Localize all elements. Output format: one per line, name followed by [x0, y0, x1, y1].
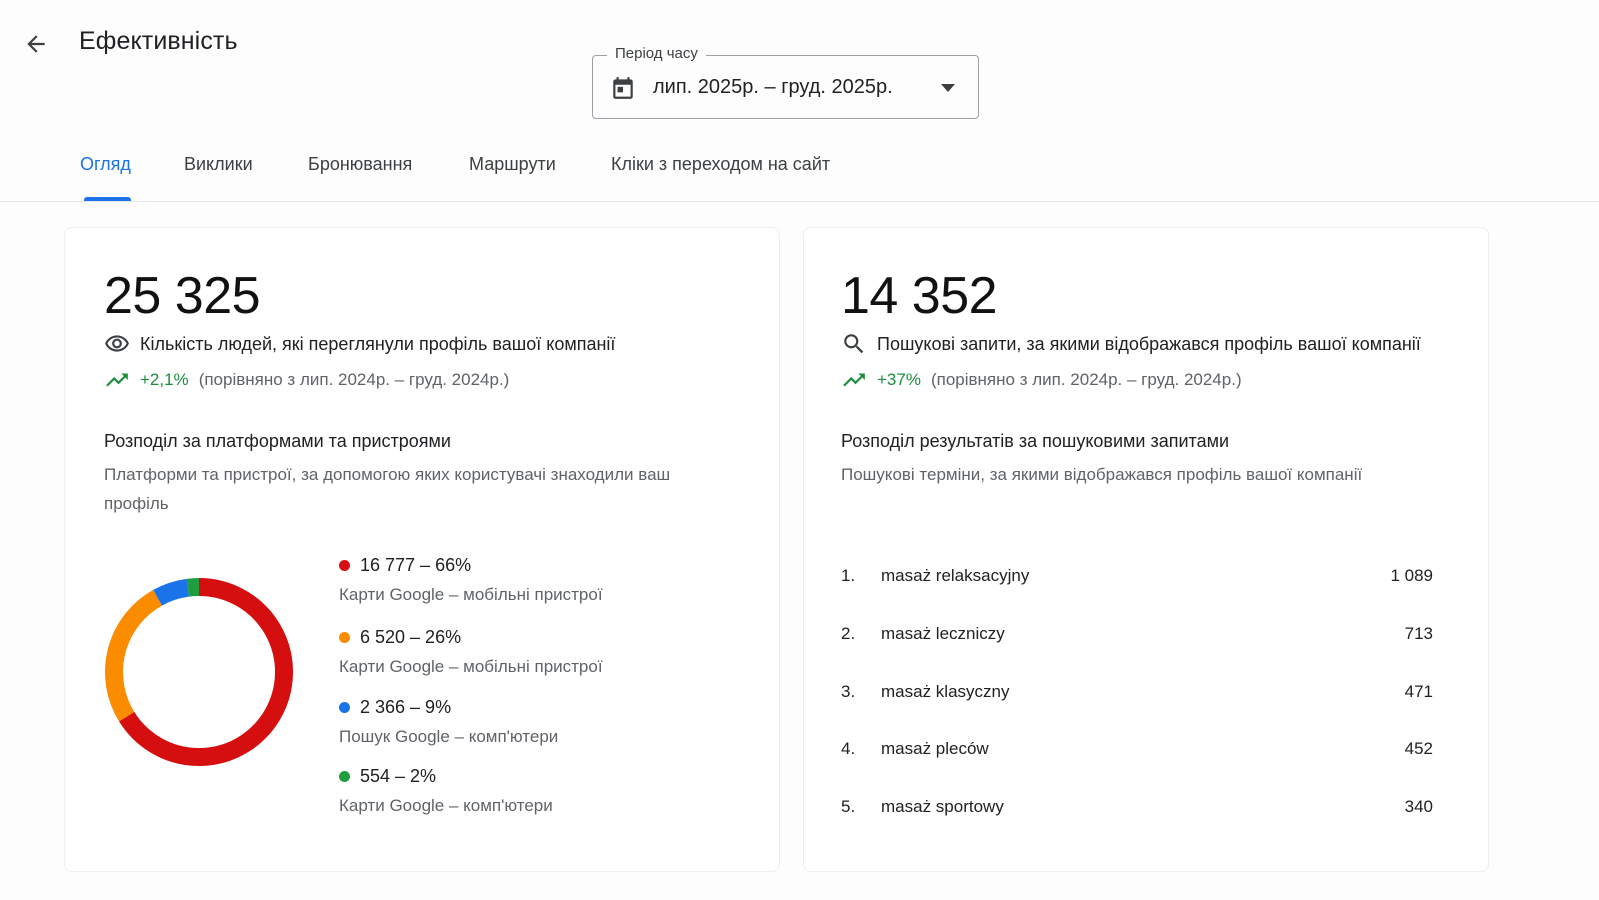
query-rank: 2. — [841, 624, 856, 643]
query-row: 5. masaż sportowy 340 — [841, 792, 1433, 822]
searches-delta: +37% — [877, 370, 921, 389]
views-delta: +2,1% — [140, 370, 189, 389]
calendar-icon — [613, 77, 633, 99]
query-count: 1 089 — [1390, 566, 1433, 585]
breakdown-label: Карти Google – мобільні пристрої — [339, 585, 603, 604]
trending-up-icon — [843, 373, 865, 387]
searches-total: 14 352 — [841, 267, 998, 325]
tab-directions[interactable]: Маршрути — [469, 154, 556, 175]
tab-bar: Огляд Виклики Бронювання Маршрути Кліки … — [0, 140, 1599, 202]
search-icon — [844, 334, 864, 354]
platform-donut-chart — [105, 578, 293, 766]
query-term: masaż leczniczy — [881, 624, 1005, 643]
query-rank: 4. — [841, 739, 856, 758]
donut-segment — [153, 578, 190, 606]
breakdown-value: 16 777 – 66% — [360, 555, 472, 575]
views-delta-row: +2,1% (порівняно з лип. 2024р. – груд. 2… — [104, 367, 509, 393]
searches-delta-row: +37% (порівняно з лип. 2024р. – груд. 20… — [841, 367, 1242, 393]
search-queries-card: 14 352 Пошукові запити, за якими відобра… — [803, 227, 1489, 872]
query-count: 713 — [1404, 624, 1433, 643]
breakdown-value: 554 – 2% — [360, 766, 437, 786]
breakdown-label: Пошук Google – комп'ютери — [339, 727, 559, 746]
legend-dot — [339, 560, 350, 571]
query-rank: 5. — [841, 797, 856, 816]
period-label: Період часу — [607, 45, 706, 62]
query-count: 471 — [1404, 682, 1433, 701]
legend-dot — [339, 771, 350, 782]
searches-description-row: Пошукові запити, за якими відображався п… — [841, 331, 1421, 357]
query-breakdown-subtitle: Пошукові терміни, за якими відображався … — [841, 465, 1363, 484]
query-term: masaż sportowy — [881, 797, 1004, 816]
views-description-row: Кількість людей, які переглянули профіль… — [104, 331, 615, 357]
platform-breakdown-subtitle: Платформи та пристрої, за допомогою яких… — [104, 465, 671, 513]
tab-calls[interactable]: Виклики — [184, 154, 253, 175]
tab-overview[interactable]: Огляд — [80, 154, 131, 175]
query-row: 4. masaż pleców 452 — [841, 734, 1433, 764]
eye-icon — [105, 335, 129, 352]
query-count: 452 — [1404, 739, 1433, 758]
arrow-back-icon — [27, 35, 45, 53]
period-value: лип. 2025р. – груд. 2025р. — [653, 76, 893, 98]
active-tab-indicator — [84, 197, 131, 201]
query-count: 340 — [1404, 797, 1433, 816]
tab-bookings[interactable]: Бронювання — [308, 154, 412, 175]
breakdown-label: Карти Google – комп'ютери — [339, 796, 553, 815]
page-title: Ефективність — [79, 27, 238, 55]
query-breakdown-title: Розподіл результатів за пошуковими запит… — [841, 431, 1230, 451]
breakdown-item: 6 520 – 26% Карти Google – мобільні прис… — [339, 627, 603, 677]
searches-comparison: (порівняно з лип. 2024р. – груд. 2024р.) — [930, 370, 1242, 389]
query-term: masaż klasyczny — [881, 682, 1010, 701]
query-rank: 3. — [841, 682, 856, 701]
query-rank: 1. — [841, 566, 856, 585]
breakdown-item: 16 777 – 66% Карти Google – мобільні при… — [339, 555, 603, 605]
trending-up-icon — [106, 373, 128, 387]
query-term: masaż relaksacyjny — [881, 566, 1030, 585]
caret-down-icon — [941, 84, 955, 92]
donut-segment — [186, 578, 200, 597]
breakdown-value: 6 520 – 26% — [360, 627, 462, 647]
period-select[interactable]: Період часу лип. 2025р. – груд. 2025р. — [592, 45, 979, 119]
views-total: 25 325 — [104, 267, 261, 325]
platform-breakdown-title: Розподіл за платформами та пристроями — [104, 431, 451, 451]
searches-description: Пошукові запити, за якими відображався п… — [877, 333, 1421, 354]
tab-website-clicks[interactable]: Кліки з переходом на сайт — [611, 154, 830, 175]
legend-dot — [339, 702, 350, 713]
donut-segment — [105, 589, 163, 722]
profile-views-card: 25 325 Кількість людей, які переглянули … — [64, 227, 780, 872]
views-description: Кількість людей, які переглянули профіль… — [140, 333, 616, 354]
query-row: 3. masaż klasyczny 471 — [841, 677, 1433, 707]
query-term: masaż pleców — [881, 739, 989, 758]
query-row: 2. masaż leczniczy 713 — [841, 619, 1433, 649]
breakdown-item: 554 – 2% Карти Google – комп'ютери — [339, 766, 553, 816]
query-row: 1. masaż relaksacyjny 1 089 — [841, 561, 1433, 591]
breakdown-label: Карти Google – мобільні пристрої — [339, 657, 603, 676]
breakdown-item: 2 366 – 9% Пошук Google – комп'ютери — [339, 697, 558, 747]
legend-dot — [339, 632, 350, 643]
back-button[interactable] — [18, 26, 54, 62]
views-comparison: (порівняно з лип. 2024р. – груд. 2024р.) — [198, 370, 510, 389]
breakdown-value: 2 366 – 9% — [360, 697, 452, 717]
